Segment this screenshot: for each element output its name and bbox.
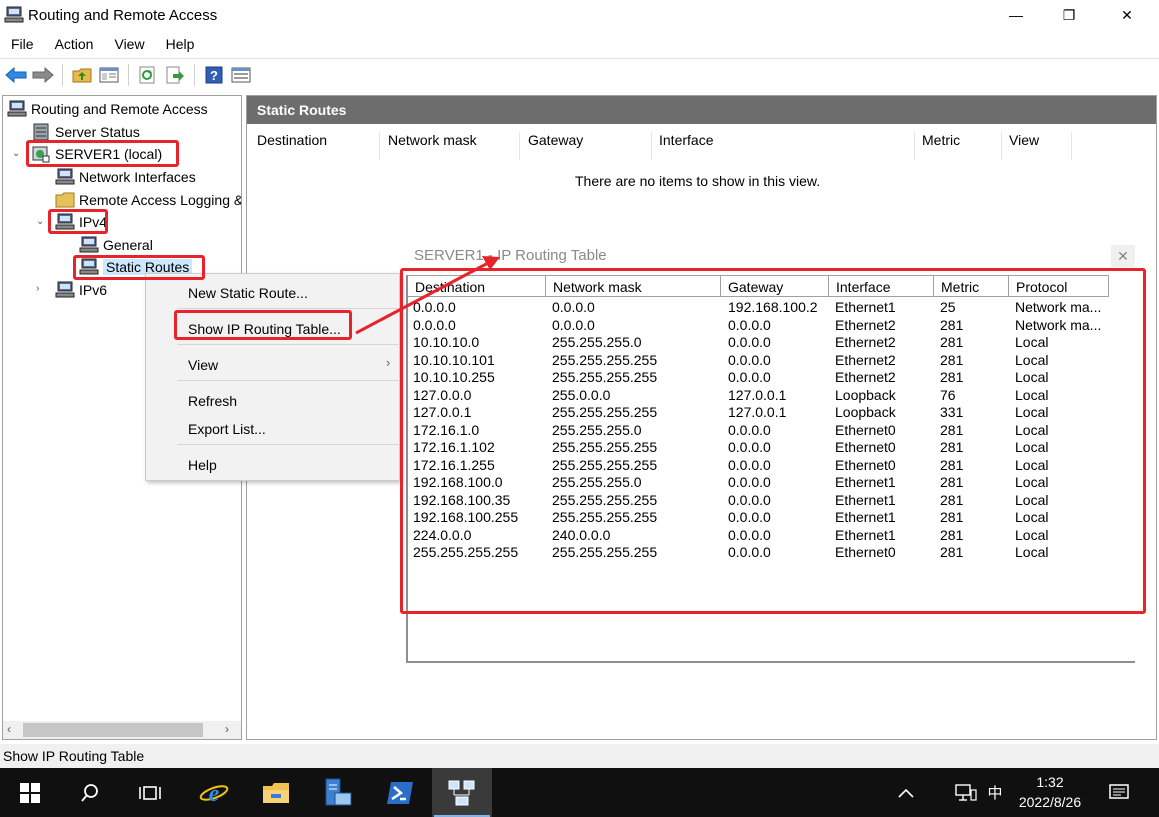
maximize-button[interactable]: ❐: [1046, 0, 1092, 30]
menu-item-new-static-route[interactable]: New Static Route...: [188, 285, 308, 301]
annotation-box-server1: [26, 140, 179, 167]
status-bar: Show IP Routing Table: [0, 744, 1159, 768]
show-hide-tree-icon[interactable]: [97, 63, 121, 87]
search-icon[interactable]: [62, 768, 118, 817]
tree-label: IPv6: [79, 282, 108, 298]
file-explorer-icon[interactable]: [248, 768, 304, 817]
menu-item-refresh[interactable]: Refresh: [188, 393, 237, 409]
column-interface[interactable]: Interface: [659, 132, 713, 148]
menu-bar: File Action View Help: [0, 32, 204, 56]
column-separator: [519, 132, 520, 160]
annotation-box-static-routes: [73, 255, 205, 280]
collapse-chevron-icon[interactable]: ⌄: [12, 148, 20, 159]
network-interfaces-icon: [55, 168, 75, 186]
column-metric[interactable]: Metric: [922, 132, 960, 148]
tree-label: Network Interfaces: [79, 169, 196, 185]
menu-separator: [178, 380, 398, 381]
menu-file[interactable]: File: [0, 36, 44, 52]
menu-item-export-list[interactable]: Export List...: [188, 421, 266, 437]
routing-remote-access-icon[interactable]: [432, 768, 492, 817]
collapse-chevron-icon[interactable]: ⌄: [36, 216, 44, 227]
help-icon[interactable]: ?: [202, 63, 226, 87]
menu-help[interactable]: Help: [155, 36, 205, 52]
server-status-icon: [31, 123, 51, 141]
forward-arrow-icon[interactable]: [31, 63, 55, 87]
toolbar-separator: [194, 63, 195, 86]
tree-label: General: [103, 237, 153, 253]
show-hidden-icons-chevron-icon[interactable]: [892, 768, 920, 817]
tree-horizontal-scrollbar[interactable]: ‹ ›: [3, 721, 241, 739]
tree-item-remote-access-logging[interactable]: Remote Access Logging &: [55, 189, 242, 211]
minimize-button[interactable]: —: [993, 0, 1039, 30]
menu-separator: [178, 344, 398, 345]
menu-action[interactable]: Action: [44, 36, 104, 52]
taskbar-clock[interactable]: 1:32 2022/8/26: [1010, 772, 1090, 812]
column-view[interactable]: View: [1009, 132, 1039, 148]
rras-icon: [7, 100, 27, 118]
toolbar-separator: [128, 63, 129, 86]
column-separator: [651, 132, 652, 160]
tree-item-root[interactable]: Routing and Remote Access: [7, 98, 208, 120]
svg-text:e: e: [209, 781, 220, 807]
pane-header: Static Routes: [247, 96, 1156, 124]
column-separator: [1001, 132, 1002, 160]
tree-label: Routing and Remote Access: [31, 101, 208, 117]
refresh-icon[interactable]: [136, 63, 160, 87]
tree-item-network-interfaces[interactable]: Network Interfaces: [55, 166, 196, 188]
scrollbar-thumb[interactable]: [23, 723, 203, 737]
toolbar: ?: [0, 58, 1159, 90]
task-view-icon[interactable]: [122, 768, 178, 817]
windows-start-icon[interactable]: [2, 768, 58, 817]
tree-item-ipv6[interactable]: IPv6: [55, 279, 107, 301]
svg-text:?: ?: [210, 68, 218, 83]
menu-separator: [178, 444, 398, 445]
column-gateway[interactable]: Gateway: [528, 132, 583, 148]
folder-icon: [55, 191, 75, 209]
column-separator: [914, 132, 915, 160]
internet-explorer-icon[interactable]: e: [186, 768, 242, 817]
clock-date: 2022/8/26: [1018, 794, 1082, 810]
taskbar: e 中 1:32 2022/8/26: [0, 768, 1159, 817]
back-arrow-icon[interactable]: [4, 63, 28, 87]
annotation-box-ipv4: [48, 209, 108, 234]
column-network-mask[interactable]: Network mask: [388, 132, 477, 148]
general-icon: [79, 236, 99, 254]
column-headers: Destination Network mask Gateway Interfa…: [247, 124, 1156, 160]
properties-icon[interactable]: [229, 63, 253, 87]
window-title: Routing and Remote Access: [28, 6, 218, 24]
ipv6-icon: [55, 281, 75, 299]
expand-chevron-icon[interactable]: ›: [36, 283, 39, 294]
input-method-indicator[interactable]: 中: [982, 768, 1008, 817]
menu-item-help[interactable]: Help: [188, 457, 217, 473]
scroll-left-icon[interactable]: ‹: [7, 722, 11, 736]
routing-table-close-button[interactable]: ✕: [1111, 245, 1135, 267]
submenu-arrow-icon: ›: [386, 355, 391, 370]
menu-item-view[interactable]: View: [188, 357, 218, 373]
powershell-icon[interactable]: [372, 768, 428, 817]
server-manager-icon[interactable]: [310, 768, 366, 817]
column-separator: [379, 132, 380, 160]
export-icon[interactable]: [163, 63, 187, 87]
annotation-box-show-ip-routing-table: [174, 310, 352, 340]
column-separator: [1071, 132, 1072, 160]
rras-app-icon: [4, 6, 24, 24]
empty-view-message: There are no items to show in this view.: [575, 173, 821, 189]
toolbar-separator: [62, 63, 63, 86]
menu-view[interactable]: View: [103, 36, 154, 52]
title-bar: Routing and Remote Access — ❐ ✕: [0, 0, 1159, 30]
tree-label: Remote Access Logging &: [79, 192, 242, 208]
annotation-arrow-icon: [355, 256, 500, 335]
up-folder-icon[interactable]: [70, 63, 94, 87]
clock-time: 1:32: [1036, 774, 1064, 790]
scroll-right-icon[interactable]: ›: [225, 722, 229, 736]
network-status-icon[interactable]: [952, 768, 980, 817]
notification-center-icon[interactable]: [1104, 768, 1134, 817]
close-button[interactable]: ✕: [1104, 0, 1150, 30]
tree-item-general[interactable]: General: [79, 234, 153, 256]
tree-label: Server Status: [55, 124, 140, 140]
column-destination[interactable]: Destination: [257, 132, 327, 148]
